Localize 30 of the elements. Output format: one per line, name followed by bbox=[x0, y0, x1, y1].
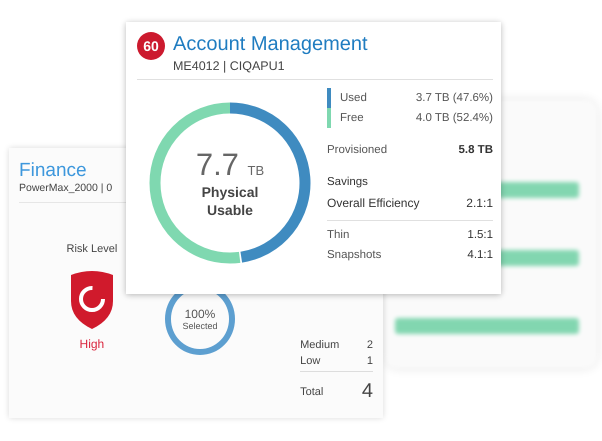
savings-value: 4.1:1 bbox=[467, 249, 493, 261]
card-subtitle: PowerMax_2000 | 0 bbox=[19, 182, 112, 194]
count-label: Low bbox=[300, 355, 320, 367]
legend-label: Free bbox=[340, 112, 365, 124]
legend-value: 4.0 TB (52.4%) bbox=[416, 112, 493, 124]
legend-value: 3.7 TB (47.6%) bbox=[416, 92, 493, 104]
savings-label: Snapshots bbox=[327, 249, 382, 261]
count-value: 1 bbox=[366, 355, 373, 367]
count-value: 2 bbox=[366, 339, 373, 351]
capacity-caption: Physical Usable bbox=[200, 183, 260, 219]
legend-label: Used bbox=[340, 92, 368, 104]
efficiency-label: Overall Efficiency bbox=[327, 196, 420, 210]
count-label: Medium bbox=[300, 339, 340, 351]
provisioned-label: Provisioned bbox=[327, 144, 388, 156]
savings-value: 1.5:1 bbox=[467, 229, 493, 241]
provisioned-value: 5.8 TB bbox=[458, 144, 493, 156]
capacity-value: 7.7 TB bbox=[196, 147, 264, 183]
risk-label: Risk Level bbox=[66, 243, 118, 255]
card-title[interactable]: Finance bbox=[19, 160, 87, 182]
score-badge: 60 bbox=[137, 32, 165, 60]
popup-title[interactable]: Account Management bbox=[173, 32, 368, 56]
popup-subtitle: ME4012 | CIQAPU1 bbox=[173, 59, 286, 73]
total-value: 4 bbox=[362, 380, 373, 403]
savings-heading: Savings bbox=[327, 175, 369, 190]
total-label: Total bbox=[300, 386, 324, 398]
risk-value: High bbox=[80, 337, 104, 351]
compliance-caption: Selected bbox=[182, 321, 218, 331]
compliance-value: 100% bbox=[184, 307, 216, 321]
savings-label: Thin bbox=[327, 229, 350, 241]
efficiency-value: 2.1:1 bbox=[466, 196, 493, 210]
